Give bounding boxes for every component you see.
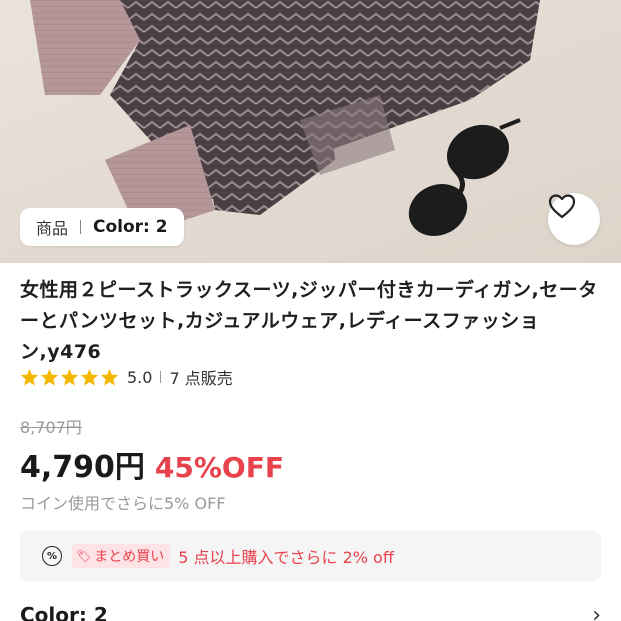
rating-divider bbox=[160, 371, 162, 383]
discount-badge: 45%OFF bbox=[154, 451, 284, 484]
product-title: 女性用２ピーストラックスーツ,ジッパー付きカーディガン,セーターとパンツセット,… bbox=[20, 279, 598, 363]
photo-tag-kind: 商品 bbox=[36, 219, 69, 238]
variant-selector[interactable]: Color: 2 › bbox=[20, 600, 601, 621]
star-icon bbox=[100, 368, 119, 386]
star-icon bbox=[60, 368, 79, 386]
variant-label: Color: 2 bbox=[20, 603, 108, 621]
favorite-button[interactable] bbox=[548, 193, 600, 245]
photo-variant-tag: 商品 Color: 2 bbox=[20, 208, 184, 246]
product-photo[interactable]: 商品 Color: 2 bbox=[0, 0, 621, 263]
sale-price: 4,790円 bbox=[20, 450, 145, 485]
bulk-buy-chip-label: まとめ買い bbox=[94, 549, 165, 565]
star-icon bbox=[20, 368, 39, 386]
sold-count: 7 点販売 bbox=[169, 369, 233, 388]
price-row: 4,790円 45%OFF bbox=[20, 442, 284, 486]
chevron-right-icon: › bbox=[592, 602, 601, 621]
bulk-buy-text: 5 点以上購入でさらに 2% off bbox=[178, 548, 394, 567]
rating-row[interactable]: 5.0 7 点販売 bbox=[20, 366, 233, 388]
bulk-buy-promo[interactable]: % 🏷 まとめ買い 5 点以上購入でさらに 2% off bbox=[20, 531, 601, 581]
original-price: 8,707円 bbox=[20, 418, 82, 437]
heart-outline-icon bbox=[548, 194, 576, 219]
rating-stars bbox=[20, 368, 119, 386]
star-icon bbox=[80, 368, 99, 386]
coin-discount-note: コイン使用でさらに5% OFF bbox=[20, 494, 226, 513]
rating-value: 5.0 bbox=[127, 367, 153, 387]
percent-badge-icon: % bbox=[42, 546, 62, 566]
bulk-buy-chip: 🏷 まとめ買い bbox=[72, 544, 171, 568]
photo-tag-divider bbox=[80, 220, 82, 234]
tag-icon: 🏷 bbox=[76, 549, 92, 563]
photo-tag-variant: Color: 2 bbox=[93, 217, 168, 237]
star-icon bbox=[40, 368, 59, 386]
